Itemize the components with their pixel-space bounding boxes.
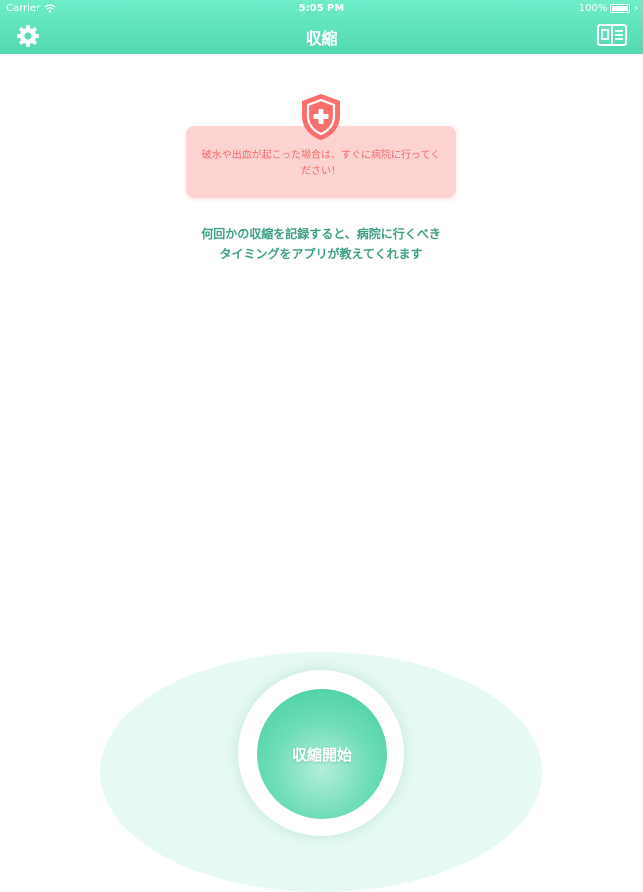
book-icon	[597, 24, 627, 46]
status-time: 5:05 PM	[298, 3, 345, 14]
guide-button[interactable]	[597, 24, 627, 46]
info-text: 何回かの収縮を記録すると、病院に行くべきタイミングをアプリが教えてくれます	[201, 227, 441, 261]
page-title: 収縮	[305, 29, 338, 48]
start-button-label: 収縮開始	[291, 746, 352, 764]
status-bar: Carrier 5:05 PM 100% ⚡	[0, 0, 643, 18]
shield-cross-icon	[298, 92, 344, 142]
charging-icon: ⚡	[633, 4, 639, 13]
warning-text: 破水や出血が起こった場合は、すぐに病院に行ってください！	[201, 150, 441, 177]
status-battery: 100% ⚡	[579, 3, 639, 14]
battery-icon	[610, 4, 631, 13]
nav-bar: Carrier 5:05 PM 100% ⚡ 収縮	[0, 0, 643, 54]
battery-percent: 100%	[578, 3, 608, 14]
start-contraction-button[interactable]: 収縮開始	[257, 689, 387, 819]
